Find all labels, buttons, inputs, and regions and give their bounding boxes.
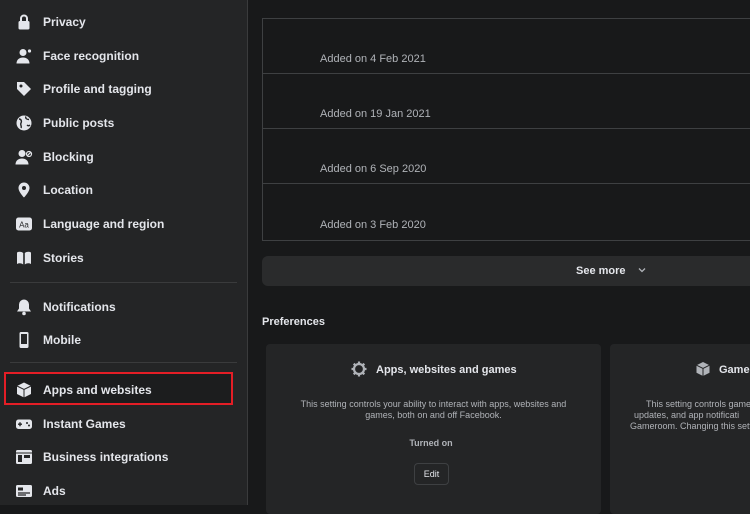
sidebar-item-label: Business integrations [43, 450, 169, 464]
card-status: Turned on [409, 438, 453, 448]
mobile-icon [15, 331, 33, 349]
ads-icon [15, 482, 33, 500]
sidebar-item-instant-games[interactable]: Instant Games [0, 410, 247, 438]
sidebar-divider [10, 282, 237, 283]
globe-icon [15, 114, 33, 132]
see-more-label: See more [576, 265, 626, 277]
card-description-line: This setting controls your ability to in… [300, 399, 567, 409]
sidebar-item-mobile[interactable]: Mobile [0, 326, 247, 354]
svg-text:Aa: Aa [19, 221, 29, 230]
card-title: Apps, websites and games [376, 364, 517, 376]
sidebar-item-label: Public posts [43, 116, 115, 130]
business-integrations-icon [15, 448, 33, 466]
sidebar-item-privacy[interactable]: Privacy [0, 8, 247, 36]
sidebar-item-label: Notifications [43, 300, 116, 314]
sidebar-item-label: Language and region [43, 217, 165, 231]
app-row[interactable]: Added on 3 Feb 2020 [263, 184, 750, 239]
card-title: Game [719, 364, 750, 376]
language-icon: Aa [15, 215, 33, 233]
sidebar-item-label: Face recognition [43, 49, 140, 63]
card-description-line: games, both on and off Facebook. [365, 410, 502, 420]
main-content: Added on 4 Feb 2021 Added on 19 Jan 2021… [248, 0, 750, 514]
sidebar-divider [10, 362, 237, 363]
sidebar-item-label: Apps and websites [43, 383, 152, 397]
chevron-down-icon [638, 268, 646, 273]
app-added-date: Added on 19 Jan 2021 [320, 108, 431, 120]
app-added-date: Added on 4 Feb 2021 [320, 53, 426, 65]
sidebar-item-ads[interactable]: Ads [0, 477, 247, 505]
card-description-line: Gameroom. Changing this sett [630, 421, 750, 431]
sidebar-item-label: Ads [43, 484, 66, 498]
app-row[interactable]: Added on 6 Sep 2020 [263, 129, 750, 184]
card-description-line: This setting controls game [646, 399, 750, 409]
sidebar-item-label: Stories [43, 251, 84, 265]
sidebar-item-language-and-region[interactable]: Aa Language and region [0, 210, 247, 238]
card-description-line: updates, and app notificati [634, 410, 740, 420]
book-icon [15, 249, 33, 267]
sidebar-item-label: Instant Games [43, 417, 126, 431]
edit-button[interactable]: Edit [414, 463, 449, 485]
settings-sidebar: Privacy Face recognition Profile and tag… [0, 0, 248, 505]
sidebar-item-label: Mobile [43, 333, 81, 347]
sidebar-item-public-posts[interactable]: Public posts [0, 109, 247, 137]
app-row[interactable]: Added on 4 Feb 2021 [263, 19, 750, 74]
apps-list: Added on 4 Feb 2021 Added on 19 Jan 2021… [262, 18, 750, 241]
card-description: This setting controls game updates, and … [630, 399, 750, 432]
sidebar-item-apps-and-websites[interactable]: Apps and websites [0, 376, 247, 404]
cube-icon [696, 362, 710, 376]
gear-icon [351, 361, 367, 377]
location-pin-icon [15, 181, 33, 199]
app-row[interactable]: Added on 19 Jan 2021 [263, 74, 750, 129]
sidebar-item-face-recognition[interactable]: Face recognition [0, 42, 247, 70]
sidebar-item-label: Profile and tagging [43, 82, 152, 96]
block-user-icon [15, 148, 33, 166]
sidebar-item-notifications[interactable]: Notifications [0, 293, 247, 321]
app-added-date: Added on 6 Sep 2020 [320, 163, 427, 175]
face-recognition-icon [15, 47, 33, 65]
sidebar-item-location[interactable]: Location [0, 176, 247, 204]
tag-icon [15, 80, 33, 98]
sidebar-item-profile-and-tagging[interactable]: Profile and tagging [0, 75, 247, 103]
gamepad-icon [15, 415, 33, 433]
bell-icon [15, 298, 33, 316]
lock-icon [15, 13, 33, 31]
preference-card-apps-websites-games: Apps, websites and games This setting co… [266, 344, 601, 514]
preferences-heading: Preferences [262, 316, 325, 328]
sidebar-item-label: Privacy [43, 15, 86, 29]
sidebar-item-label: Location [43, 183, 93, 197]
see-more-button[interactable]: See more [262, 256, 750, 286]
sidebar-item-blocking[interactable]: Blocking [0, 143, 247, 171]
app-added-date: Added on 3 Feb 2020 [320, 219, 426, 231]
preference-card-game: Game This setting controls game updates,… [610, 344, 750, 514]
sidebar-item-stories[interactable]: Stories [0, 244, 247, 272]
cube-icon [15, 381, 33, 399]
card-description: This setting controls your ability to in… [266, 399, 601, 421]
sidebar-item-label: Blocking [43, 150, 94, 164]
sidebar-item-business-integrations[interactable]: Business integrations [0, 443, 247, 471]
